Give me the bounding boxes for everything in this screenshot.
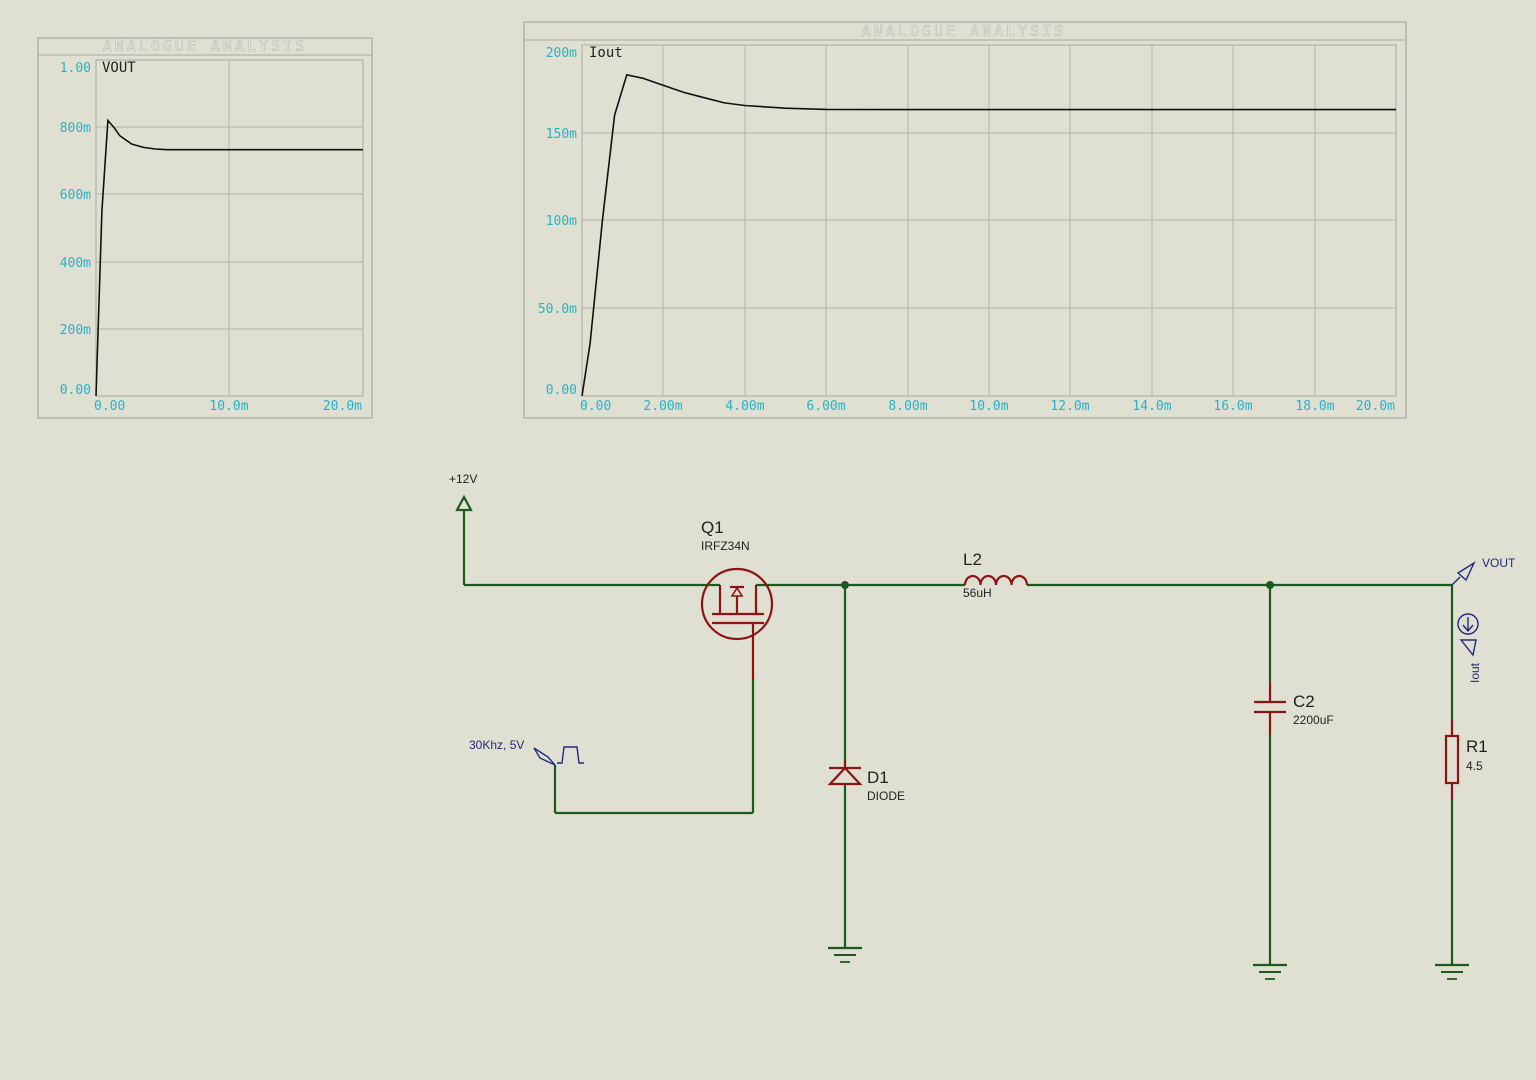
- pulse-source-label: 30Khz, 5V: [469, 738, 524, 752]
- l2-ref: L2: [963, 550, 982, 569]
- vout-y-tick: 0.00: [60, 383, 91, 398]
- iout-graph-panel[interactable]: ANALOGUE ANALYSIS 0.00 50.0m 100m 150m 2…: [523, 21, 1407, 419]
- iout-x-tick: 20.0m: [1356, 399, 1395, 414]
- iout-x-tick: 10.0m: [969, 399, 1008, 414]
- iout-graph-title: ANALOGUE ANALYSIS: [862, 22, 1067, 40]
- schematic: +12V Q1 IRFZ34N L2 56uH D1 DIODE C2 2200…: [449, 472, 1516, 980]
- wires: [464, 581, 1454, 965]
- iout-x-tick: 14.0m: [1132, 399, 1171, 414]
- iout-y-tick: 0.00: [546, 383, 577, 398]
- diode-d1[interactable]: [827, 760, 863, 786]
- vout-y-tick: 800m: [60, 121, 91, 136]
- r1-ref: R1: [1466, 737, 1488, 756]
- ground-icon: [828, 946, 862, 963]
- capacitor-c2[interactable]: [1254, 682, 1286, 735]
- vout-y-tick: 400m: [60, 256, 91, 271]
- iout-trace-label[interactable]: Iout: [589, 45, 623, 61]
- d1-ref: D1: [867, 768, 889, 787]
- vout-x-tick: 0.00: [94, 399, 125, 414]
- ground-icon: [1435, 963, 1469, 980]
- vout-graph-panel[interactable]: ANALOGUE ANALYSIS 0.00 200m 400m 600m 80…: [37, 37, 373, 419]
- supply-label: +12V: [449, 472, 477, 486]
- iout-x-tick: 4.00m: [725, 399, 764, 414]
- iout-y-tick: 100m: [546, 214, 577, 229]
- vout-trace-label[interactable]: VOUT: [102, 60, 136, 76]
- vout-x-tick: 20.0m: [323, 399, 362, 414]
- l2-value: 56uH: [963, 586, 992, 600]
- ground-icon: [1253, 963, 1287, 980]
- iout-x-tick: 8.00m: [888, 399, 927, 414]
- current-probe-icon[interactable]: [1457, 613, 1479, 657]
- vout-y-tick: 1.00: [60, 61, 91, 76]
- pulse-generator-icon[interactable]: [533, 746, 584, 766]
- vout-x-tick: 10.0m: [209, 399, 248, 414]
- resistor-r1[interactable]: [1444, 720, 1460, 800]
- c2-value: 2200uF: [1293, 713, 1334, 727]
- iout-x-tick: 16.0m: [1213, 399, 1252, 414]
- d1-value: DIODE: [867, 789, 905, 803]
- vout-graph-title: ANALOGUE ANALYSIS: [103, 37, 308, 55]
- iout-x-tick: 6.00m: [806, 399, 845, 414]
- iout-x-tick: 18.0m: [1295, 399, 1334, 414]
- vout-plot-area: [95, 59, 364, 397]
- inductor-l2[interactable]: [963, 574, 1029, 586]
- supply-terminal[interactable]: [455, 494, 473, 585]
- q1-ref: Q1: [701, 518, 724, 537]
- c2-ref: C2: [1293, 692, 1315, 711]
- q1-value: IRFZ34N: [701, 539, 750, 553]
- vout-y-tick: 600m: [60, 188, 91, 203]
- iout-y-tick: 200m: [546, 46, 577, 61]
- iout-y-tick: 50.0m: [538, 302, 577, 317]
- vout-probe-label: VOUT: [1482, 556, 1516, 570]
- iout-x-tick: 0.00: [580, 399, 611, 414]
- iout-x-tick: 2.00m: [643, 399, 682, 414]
- r1-value: 4.5: [1466, 759, 1483, 773]
- iout-probe-label: Iout: [1468, 662, 1482, 683]
- voltage-probe-icon[interactable]: [1451, 561, 1476, 586]
- vout-y-tick: 200m: [60, 323, 91, 338]
- iout-y-tick: 150m: [546, 127, 577, 142]
- iout-x-tick: 12.0m: [1050, 399, 1089, 414]
